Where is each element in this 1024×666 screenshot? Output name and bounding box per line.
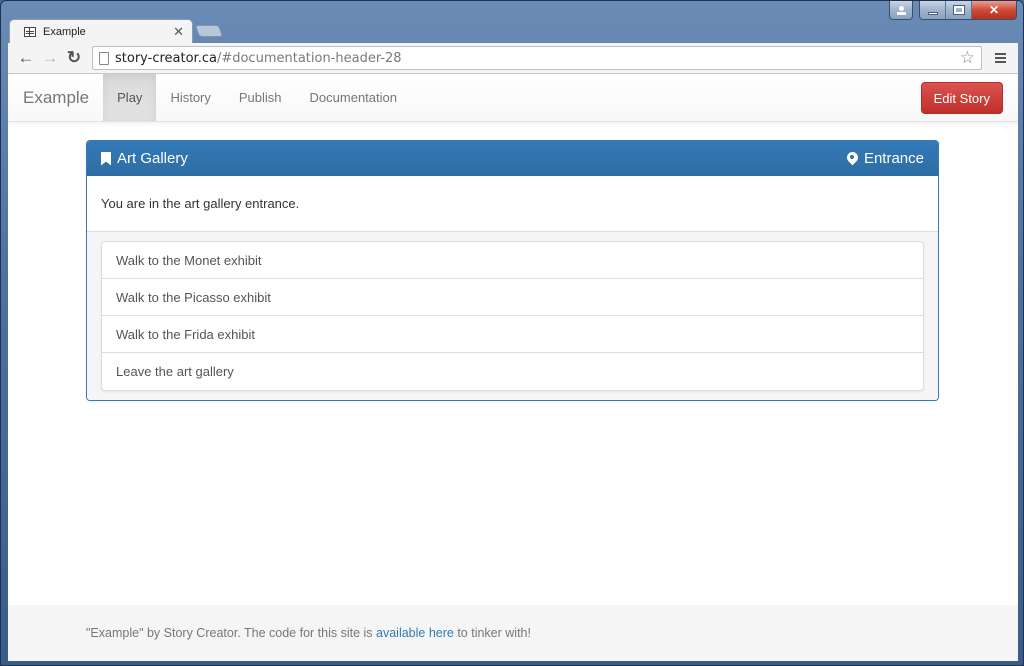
maximize-button[interactable] xyxy=(946,1,972,19)
window-button-group: ✕ xyxy=(919,1,1017,20)
browser-menu-button[interactable] xyxy=(988,46,1012,70)
url-path: /#documentation-header-28 xyxy=(216,50,402,66)
window-close-button[interactable]: ✕ xyxy=(972,1,1016,19)
story-title: Art Gallery xyxy=(117,150,188,167)
panel-heading: Art Gallery Entrance xyxy=(87,141,938,176)
site-navbar: Example Play History Publish Documentati… xyxy=(8,74,1018,122)
choice-list: Walk to the Monet exhibit Walk to the Pi… xyxy=(101,241,924,391)
location-name: Entrance xyxy=(863,150,924,167)
window-controls: ✕ xyxy=(889,1,1017,20)
nav-item-documentation[interactable]: Documentation xyxy=(296,74,411,121)
choice-item[interactable]: Walk to the Picasso exhibit xyxy=(102,279,923,316)
brand-link[interactable]: Example xyxy=(8,74,103,121)
address-bar[interactable]: story-creator.ca/#documentation-header-2… xyxy=(92,46,982,70)
passage-body: You are in the art gallery entrance. xyxy=(101,196,300,211)
hamburger-icon-line xyxy=(994,53,1006,55)
profile-button[interactable] xyxy=(889,1,913,20)
arrow-left-icon: ← xyxy=(17,48,35,67)
story-panel: Art Gallery Entrance You are in the art … xyxy=(86,140,939,401)
url-host: story-creator.ca xyxy=(115,50,217,66)
new-tab-button[interactable] xyxy=(194,25,224,37)
nav-item-publish[interactable]: Publish xyxy=(225,74,296,121)
map-marker-icon xyxy=(847,152,858,165)
hamburger-icon-line xyxy=(994,61,1006,63)
close-icon: ✕ xyxy=(988,3,1000,17)
reload-button[interactable]: ↻ xyxy=(62,46,86,70)
choice-item[interactable]: Walk to the Monet exhibit xyxy=(102,242,923,279)
user-icon xyxy=(897,6,906,15)
location-label: Entrance xyxy=(847,150,924,167)
edit-story-button[interactable]: Edit Story xyxy=(920,82,1003,114)
browser-window: ✕ Example ✕ ← → ↻ story-creator.ca/#docu… xyxy=(0,0,1024,666)
back-button[interactable]: ← xyxy=(14,46,38,70)
choice-item[interactable]: Leave the art gallery xyxy=(102,353,923,390)
nav-item-play[interactable]: Play xyxy=(103,74,157,121)
site-footer: "Example" by Story Creator. The code for… xyxy=(8,605,1018,661)
arrow-right-icon: → xyxy=(41,48,59,67)
tab-close-icon[interactable]: ✕ xyxy=(173,24,184,40)
forward-button[interactable]: → xyxy=(38,46,62,70)
bookmark-icon xyxy=(101,151,111,166)
reload-icon: ↻ xyxy=(66,48,82,67)
available-here-link[interactable]: available here xyxy=(376,626,454,640)
choice-item[interactable]: Walk to the Frida exhibit xyxy=(102,316,923,353)
footer-text-before: "Example" by Story Creator. The code for… xyxy=(86,626,377,640)
tab-title: Example xyxy=(43,25,86,38)
nav-item-history[interactable]: History xyxy=(156,74,224,121)
minimize-icon xyxy=(927,11,938,15)
bookmark-star-icon[interactable]: ☆ xyxy=(960,48,975,68)
passage-text: You are in the art gallery entrance. xyxy=(87,176,938,232)
footer-text: "Example" by Story Creator. The code for… xyxy=(86,626,531,640)
maximize-icon xyxy=(952,5,965,15)
page-favicon-icon xyxy=(24,26,36,37)
hamburger-icon-line xyxy=(994,57,1006,59)
page-icon xyxy=(99,51,109,65)
browser-toolbar: ← → ↻ story-creator.ca/#documentation-he… xyxy=(8,43,1018,74)
choices-container: Walk to the Monet exhibit Walk to the Pi… xyxy=(87,232,938,400)
minimize-button[interactable] xyxy=(920,1,946,19)
footer-text-after: to tinker with! xyxy=(453,626,531,640)
page-viewport: Example Play History Publish Documentati… xyxy=(8,74,1018,661)
browser-tab[interactable]: Example ✕ xyxy=(9,19,193,43)
